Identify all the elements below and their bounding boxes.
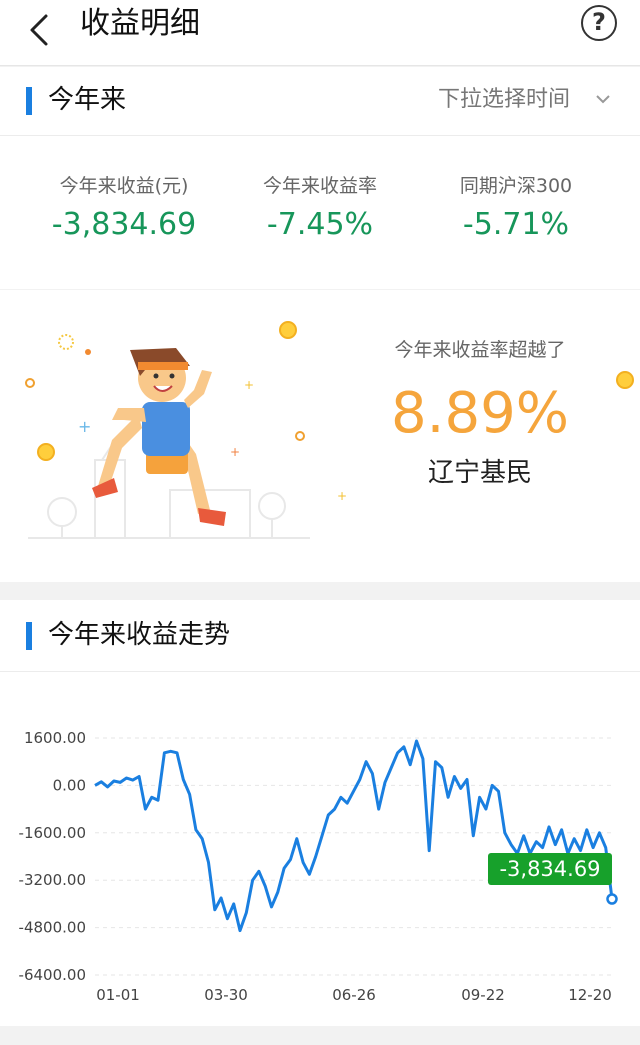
beat-group: 辽宁基民 — [427, 458, 532, 488]
stat-value: -5.71% — [462, 207, 570, 242]
end-point-marker — [606, 893, 618, 905]
x-tick-label: 01-01 — [96, 986, 140, 1004]
y-tick-label: -4800.00 — [19, 919, 86, 937]
stat-csi300: 同期沪深300 -5.71% — [416, 173, 616, 243]
y-tick-label: -6400.00 — [19, 966, 86, 984]
series-line — [94, 739, 614, 933]
trend-title: 今年来收益走势 — [48, 620, 231, 650]
summary-card: 今年来 下拉选择时间 今年来收益(元) -3,834.69 今年来收益率 -7.… — [0, 67, 640, 289]
stat-label: 同期沪深300 — [459, 175, 573, 197]
stat-value: -3,834.69 — [51, 207, 197, 242]
stat-ytd-profit: 今年来收益(元) -3,834.69 — [24, 173, 224, 243]
stat-label: 今年来收益(元) — [59, 175, 189, 197]
summary-title: 今年来 — [48, 85, 127, 115]
chevron-left-icon[interactable] — [22, 8, 62, 52]
stat-label: 今年来收益率 — [262, 175, 377, 197]
x-tick-label: 09-22 — [461, 986, 505, 1004]
x-tick-label: 03-30 — [204, 986, 248, 1004]
profit-trend-chart[interactable]: 1600.00 0.00 -1600.00 -3200.00 -4800.00 -6400… — [0, 672, 640, 1026]
trend-header: 今年来收益走势 — [0, 600, 640, 672]
section-accent-bar — [26, 87, 32, 115]
trend-card: 今年来收益走势 1600.00 0.00 -1600.00 -3200.00 -4800… — [0, 600, 640, 1026]
x-tick-label: 12-20 — [568, 986, 612, 1004]
time-range-dropdown[interactable]: 下拉选择时间 — [438, 85, 570, 115]
stat-value: -7.45% — [266, 207, 374, 242]
y-tick-label: -1600.00 — [19, 824, 86, 842]
y-tick-label: 1600.00 — [24, 729, 86, 747]
y-tick-label: 0.00 — [53, 776, 86, 794]
y-tick-label: -3200.00 — [19, 871, 86, 889]
beat-percentage: 8.89% — [391, 381, 569, 446]
svg-text:+: + — [230, 445, 240, 459]
stat-ytd-rate: 今年来收益率 -7.45% — [220, 173, 420, 243]
svg-text:+: + — [337, 489, 347, 503]
x-tick-label: 06-26 — [332, 986, 376, 1004]
page-title: 收益明细 — [80, 6, 200, 41]
summary-header: 今年来 下拉选择时间 — [0, 67, 640, 136]
chevron-down-icon[interactable] — [596, 94, 610, 104]
svg-text:+: + — [244, 378, 254, 392]
beat-rank-card: + + + + 今年来收益率超越了 8.89% 辽宁基民 — [0, 290, 640, 582]
app-header: 收益明细 ? — [0, 0, 640, 66]
question-circle-icon[interactable]: ? — [581, 5, 617, 41]
beat-label: 今年来收益率超越了 — [394, 339, 566, 361]
svg-text:+: + — [78, 417, 91, 436]
end-value-label: -3,834.69 — [499, 857, 600, 881]
section-accent-bar — [26, 622, 32, 650]
